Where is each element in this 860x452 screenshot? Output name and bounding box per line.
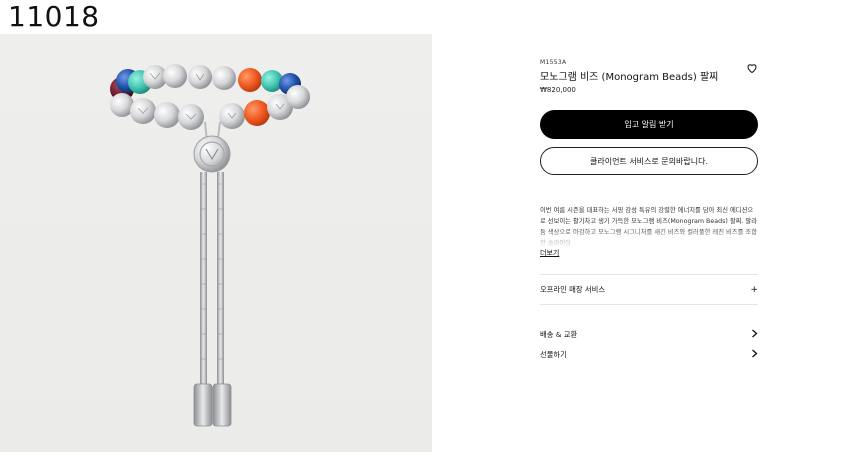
id-label: 11018 — [8, 0, 100, 33]
product-sku: M1553A — [540, 59, 567, 66]
service-row-label: 선물하기 — [540, 350, 567, 359]
bracelet-illustration — [110, 64, 310, 427]
chevron-right-icon — [751, 329, 758, 341]
product-price: ₩820,000 — [540, 86, 576, 94]
service-row-gift[interactable]: 선물하기 — [540, 347, 758, 363]
product-image — [0, 34, 432, 452]
description-fade — [540, 227, 758, 249]
product-title: 모노그램 비즈 (Monogram Beads) 팔찌 — [540, 72, 719, 83]
divider — [540, 274, 758, 275]
bead-row-back — [110, 64, 301, 101]
notify-restock-button[interactable]: 입고 알림 받기 — [540, 110, 758, 139]
service-row-shipping-returns[interactable]: 배송 & 교환 — [540, 327, 758, 343]
read-more-link[interactable]: 더보기 — [540, 248, 559, 258]
plus-icon: + — [750, 284, 758, 295]
divider — [540, 304, 758, 305]
chevron-right-icon — [751, 349, 758, 361]
contact-client-services-button[interactable]: 클라이언트 서비스로 문의바랍니다. — [540, 147, 758, 175]
service-row-label: 배송 & 교환 — [540, 330, 578, 339]
service-row-label: 오프라인 매장 서비스 — [540, 285, 606, 294]
slider-disc — [193, 135, 231, 173]
service-row-offline-store[interactable]: 오프라인 매장 서비스 + — [540, 282, 758, 298]
heart-icon — [747, 64, 757, 74]
wishlist-button[interactable] — [746, 59, 758, 74]
